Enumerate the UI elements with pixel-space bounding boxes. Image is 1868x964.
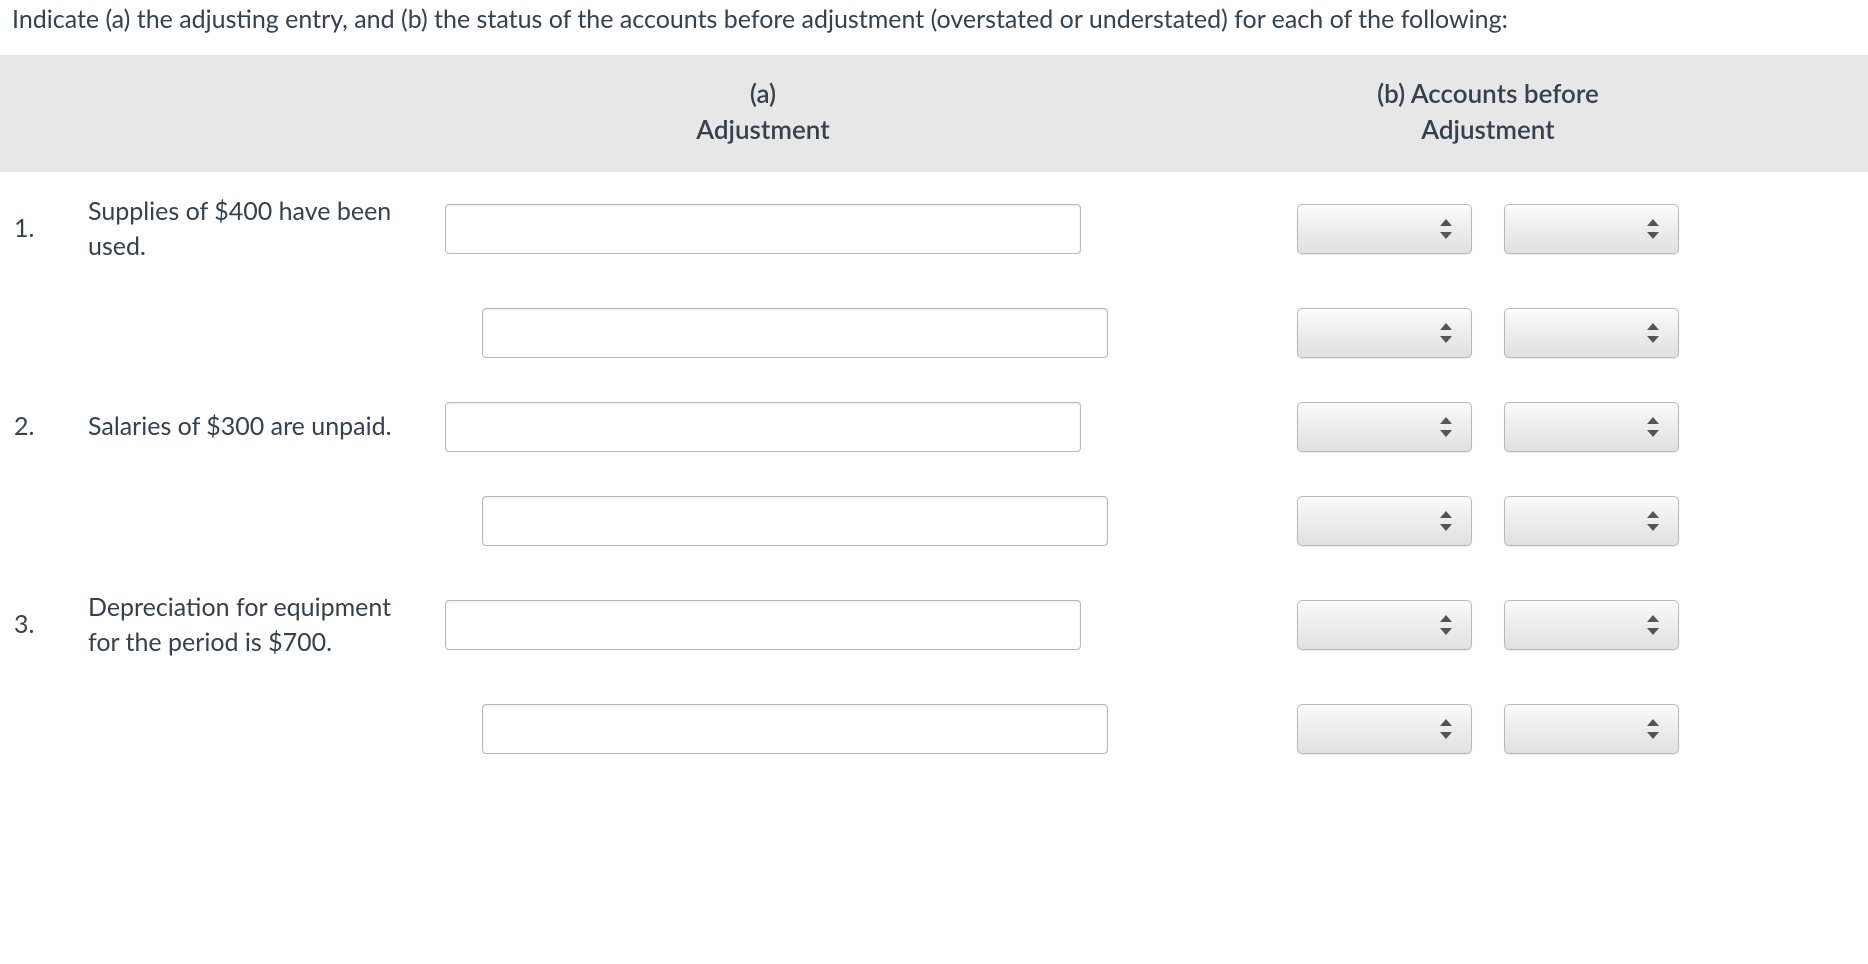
table-row: 1. Supplies of $400 have been used. [0,172,1868,286]
spinner-icon [1646,417,1660,437]
adjustment-input[interactable] [445,204,1081,254]
table-row [0,682,1868,776]
question-container: Indicate (a) the adjusting entry, and (b… [0,0,1868,776]
row-description: Depreciation for equipment for the perio… [88,590,418,660]
cell-accounts-before [1108,496,1868,546]
status-select[interactable] [1297,402,1472,452]
spinner-icon [1646,219,1660,239]
spinner-icon [1439,323,1453,343]
row-description: Supplies of $400 have been used. [88,194,418,264]
table-row [0,474,1868,568]
row-number: 1. [0,194,88,264]
spinner-icon [1439,417,1453,437]
header-a-line1: (a) [696,75,829,111]
adjustment-input[interactable] [482,308,1108,358]
row-description-blank [88,496,418,546]
header-col-b: (b) Accounts before Adjustment [1108,75,1868,148]
spinner-icon [1646,323,1660,343]
row-number: 3. [0,590,88,660]
status-select[interactable] [1504,496,1679,546]
status-select[interactable] [1297,704,1472,754]
spinner-icon [1439,615,1453,635]
cell-adjustment [418,496,1108,546]
table-row: 3. Depreciation for equipment for the pe… [0,568,1868,682]
status-select[interactable] [1297,308,1472,358]
row-description-blank [88,308,418,358]
status-select[interactable] [1504,308,1679,358]
status-select[interactable] [1504,204,1679,254]
cell-accounts-before [1108,308,1868,358]
header-a-line2: Adjustment [696,111,829,147]
adjustment-input[interactable] [445,402,1081,452]
spinner-icon [1646,511,1660,531]
spinner-icon [1439,719,1453,739]
cell-accounts-before [1108,704,1868,754]
cell-adjustment [418,308,1108,358]
header-col-blank [0,75,88,148]
adjustment-input[interactable] [445,600,1081,650]
spinner-icon [1646,719,1660,739]
spinner-icon [1439,219,1453,239]
status-select[interactable] [1297,496,1472,546]
cell-accounts-before [1108,194,1868,264]
cell-adjustment [418,704,1108,754]
status-select[interactable] [1297,204,1472,254]
header-b-line1: (b) Accounts before [1377,75,1599,111]
row-description: Salaries of $300 are unpaid. [88,402,418,452]
cell-adjustment [418,402,1108,452]
row-number-blank [0,308,88,358]
header-col-a: (a) Adjustment [418,75,1108,148]
spinner-icon [1439,511,1453,531]
adjustment-input[interactable] [482,704,1108,754]
status-select[interactable] [1504,402,1679,452]
question-prompt: Indicate (a) the adjusting entry, and (b… [0,0,1868,55]
status-select[interactable] [1504,704,1679,754]
adjustment-input[interactable] [482,496,1108,546]
cell-adjustment [418,590,1108,660]
header-b-line2: Adjustment [1377,111,1599,147]
table-header-row: (a) Adjustment (b) Accounts before Adjus… [0,55,1868,172]
row-number-blank [0,496,88,546]
cell-adjustment [418,194,1108,264]
row-number: 2. [0,402,88,452]
spinner-icon [1646,615,1660,635]
table-row [0,286,1868,380]
table-row: 2. Salaries of $300 are unpaid. [0,380,1868,474]
row-number-blank [0,704,88,754]
cell-accounts-before [1108,402,1868,452]
cell-accounts-before [1108,590,1868,660]
status-select[interactable] [1504,600,1679,650]
header-col-desc-blank [88,75,418,148]
status-select[interactable] [1297,600,1472,650]
row-description-blank [88,704,418,754]
